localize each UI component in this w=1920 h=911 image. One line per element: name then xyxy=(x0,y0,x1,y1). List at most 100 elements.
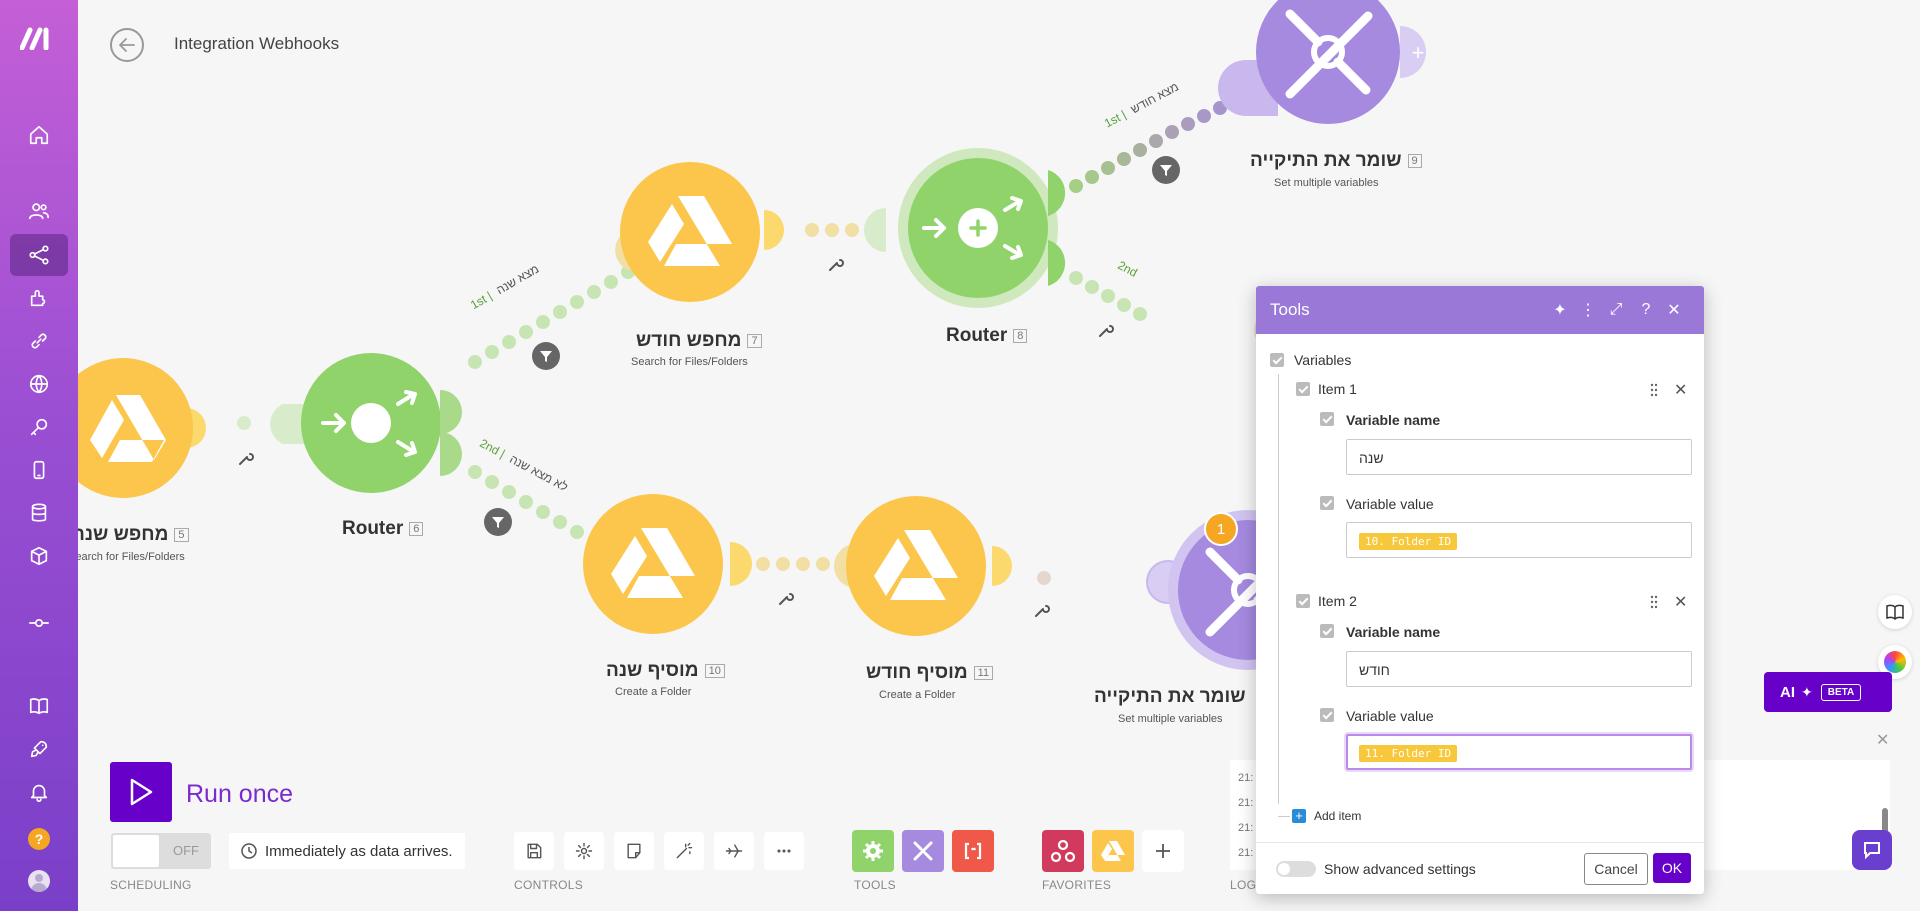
user-avatar[interactable] xyxy=(28,870,50,892)
run-once-button[interactable] xyxy=(110,762,172,822)
webhooks-globe-icon[interactable] xyxy=(10,363,68,405)
item-2-name-checkbox[interactable] xyxy=(1320,624,1334,638)
folder-id-token[interactable]: 11. Folder ID xyxy=(1359,745,1458,762)
module-9-label[interactable]: שומר את התיקייה 9 xyxy=(1250,150,1422,172)
module-6-router[interactable] xyxy=(270,353,462,493)
make-logo[interactable] xyxy=(19,26,58,51)
remove-item-2-icon[interactable]: ✕ xyxy=(1674,592,1687,612)
expand-icon[interactable]: ⤢ xyxy=(1606,300,1626,320)
help-icon[interactable]: ? xyxy=(1636,300,1656,320)
tools-caption: TOOLS xyxy=(854,878,896,892)
item-2-variable-name-input[interactable]: חודש xyxy=(1346,651,1692,687)
more-controls-button[interactable] xyxy=(764,832,804,870)
wrench-icon[interactable] xyxy=(238,450,254,466)
wrench-icon[interactable] xyxy=(1034,602,1050,618)
add-favorite-button[interactable] xyxy=(1142,830,1184,872)
wrench-icon[interactable] xyxy=(1098,322,1114,338)
connections-icon[interactable] xyxy=(10,320,68,362)
ellipsis-icon xyxy=(777,849,791,853)
module-9-subtitle: Set multiple variables xyxy=(1274,177,1379,189)
data-structures-icon[interactable] xyxy=(10,535,68,577)
item-1-variable-value-input[interactable]: 10. Folder ID xyxy=(1346,522,1692,558)
scheduling-toggle[interactable]: OFF xyxy=(111,833,211,869)
folder-id-token[interactable]: 10. Folder ID xyxy=(1359,533,1458,550)
item-1-name-label: Variable name xyxy=(1346,412,1441,428)
module-10-drive[interactable] xyxy=(583,494,752,634)
ok-button[interactable]: OK xyxy=(1653,853,1691,883)
module-7-drive[interactable] xyxy=(615,162,784,302)
tools-settings-panel[interactable]: Tools ✦ ⋮ ⤢ ? ✕ Variables Item 1 ✕ Varia… xyxy=(1256,286,1704,894)
devices-icon[interactable] xyxy=(10,449,68,491)
data-stores-icon[interactable] xyxy=(10,492,68,534)
item-1-variable-name-input[interactable]: שנה xyxy=(1346,439,1692,475)
notes-button[interactable] xyxy=(614,832,654,870)
module-12-label[interactable]: שומר את התיקייה xyxy=(1094,686,1246,708)
module-9-tools[interactable]: + xyxy=(1218,0,1426,124)
module-11-drive[interactable] xyxy=(834,496,1012,636)
item-2-checkbox[interactable] xyxy=(1296,594,1310,608)
remove-item-1-icon[interactable]: ✕ xyxy=(1674,380,1687,400)
scenarios-icon[interactable] xyxy=(10,234,68,276)
drag-handle-icon[interactable] xyxy=(1649,383,1659,397)
module-10-label[interactable]: מוסיף שנה 10 xyxy=(606,660,725,682)
item-2-variable-value-input[interactable]: 11. Folder ID xyxy=(1346,734,1692,770)
drag-handle-icon[interactable] xyxy=(1649,595,1659,609)
variables-checkbox[interactable] xyxy=(1270,353,1284,367)
module-8-label[interactable]: Router 8 xyxy=(946,325,1028,347)
advanced-settings-label[interactable]: Show advanced settings xyxy=(1324,861,1476,877)
save-button[interactable] xyxy=(514,832,554,870)
module-11-label[interactable]: מוסיף חודש 11 xyxy=(866,662,994,684)
help-question-icon[interactable]: ? xyxy=(28,828,50,850)
module-6-label[interactable]: Router 6 xyxy=(342,518,424,540)
templates-icon[interactable] xyxy=(10,277,68,319)
close-log-icon[interactable]: ✕ xyxy=(1876,730,1889,750)
item-1-checkbox[interactable] xyxy=(1296,382,1310,396)
add-item-link[interactable]: Add item xyxy=(1314,809,1361,823)
help-book-icon[interactable] xyxy=(10,685,68,727)
help-book-icon[interactable] xyxy=(1878,595,1912,629)
explain-flow-button[interactable] xyxy=(714,832,754,870)
home-icon[interactable] xyxy=(10,114,68,156)
item-1-name-checkbox[interactable] xyxy=(1320,412,1334,426)
wrench-icon[interactable] xyxy=(828,256,844,272)
flow-control-tool[interactable] xyxy=(852,830,894,872)
webhooks-favorite[interactable] xyxy=(1042,830,1084,872)
more-options-icon[interactable]: ⋮ xyxy=(1578,300,1598,320)
wrench-icon[interactable] xyxy=(778,590,794,606)
module-7-label[interactable]: מחפש חודש 7 xyxy=(636,330,762,352)
filter-icon[interactable] xyxy=(484,508,512,536)
link-6-7 xyxy=(468,255,652,369)
team-icon[interactable] xyxy=(10,190,68,232)
module-5-label[interactable]: מחפש שנה 5 xyxy=(78,524,189,546)
svg-text:+: + xyxy=(1412,40,1425,65)
cancel-button[interactable]: Cancel xyxy=(1584,853,1648,885)
google-drive-favorite[interactable] xyxy=(1092,830,1134,872)
advanced-settings-toggle[interactable] xyxy=(1276,861,1316,877)
auto-align-button[interactable] xyxy=(664,832,704,870)
tools-tool[interactable] xyxy=(902,830,944,872)
filter-icon[interactable] xyxy=(1152,156,1180,184)
item-2-value-checkbox[interactable] xyxy=(1320,708,1334,722)
filter-icon[interactable] xyxy=(532,342,560,370)
notifications-bell-icon[interactable] xyxy=(10,771,68,813)
item-1-value-checkbox[interactable] xyxy=(1320,496,1334,510)
schedule-setting[interactable]: Immediately as data arrives. xyxy=(229,833,465,869)
settings-button[interactable] xyxy=(564,832,604,870)
ai-sparkle-icon[interactable]: ✦ xyxy=(1550,300,1570,320)
log-row: 21: xyxy=(1238,822,1254,834)
link-11-12 xyxy=(1037,571,1051,585)
operations-badge[interactable]: 1 xyxy=(1204,512,1238,546)
rocket-icon[interactable] xyxy=(10,728,68,770)
close-icon[interactable]: ✕ xyxy=(1664,300,1684,320)
module-8-router[interactable] xyxy=(864,148,1066,308)
ai-assistant-button[interactable]: AI ✦ BETA xyxy=(1764,672,1892,712)
item-2-value-label: Variable value xyxy=(1346,708,1434,724)
keys-icon[interactable] xyxy=(10,406,68,448)
json-tool[interactable] xyxy=(952,830,994,872)
custom-apps-icon[interactable] xyxy=(10,602,68,644)
chat-support-button[interactable] xyxy=(1852,830,1892,870)
module-5-drive[interactable] xyxy=(78,358,206,498)
log-row: 21: xyxy=(1238,772,1254,784)
add-item-plus-icon[interactable]: + xyxy=(1292,809,1306,823)
run-once-label[interactable]: Run once xyxy=(186,780,293,809)
